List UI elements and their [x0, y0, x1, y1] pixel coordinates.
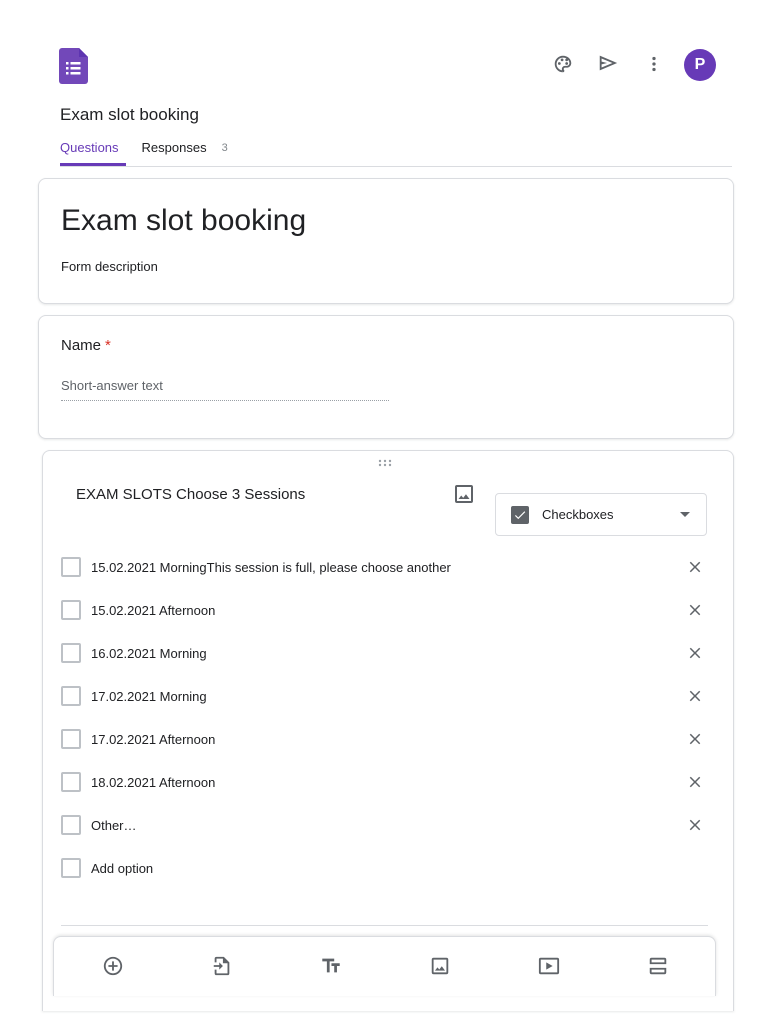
option-label[interactable]: 16.02.2021 Morning [91, 646, 683, 661]
checkbox-icon [61, 686, 81, 706]
close-icon[interactable] [683, 555, 707, 579]
question-footer-divider [61, 925, 708, 926]
question-title-input[interactable]: EXAM SLOTS Choose 3 Sessions [76, 486, 305, 503]
palette-icon[interactable] [549, 50, 577, 78]
chevron-down-icon [680, 512, 690, 517]
option-label[interactable]: 18.02.2021 Afternoon [91, 775, 683, 790]
close-icon[interactable] [683, 598, 707, 622]
close-icon[interactable] [683, 770, 707, 794]
checkbox-icon [61, 557, 81, 577]
add-image-icon[interactable] [452, 482, 476, 511]
close-icon[interactable] [683, 813, 707, 837]
add-title-icon[interactable] [319, 954, 343, 978]
checkbox-icon [61, 643, 81, 663]
option-label[interactable]: 15.02.2021 MorningThis session is full, … [91, 560, 683, 575]
forms-logo-icon[interactable] [59, 48, 88, 84]
option-row-other[interactable]: Other… [61, 813, 711, 837]
add-option-row[interactable]: Add option [61, 856, 711, 880]
question-card-name[interactable] [38, 315, 734, 439]
checkbox-icon [61, 772, 81, 792]
send-icon[interactable] [594, 49, 622, 77]
checkbox-icon [61, 815, 81, 835]
close-icon[interactable] [683, 727, 707, 751]
option-label-other[interactable]: Other… [91, 818, 683, 833]
option-label[interactable]: 17.02.2021 Morning [91, 689, 683, 704]
add-option-link[interactable]: Add option [91, 861, 711, 876]
header-divider [60, 166, 732, 167]
add-video-icon[interactable] [537, 954, 561, 978]
account-avatar[interactable]: P [684, 49, 716, 81]
short-answer-placeholder: Short-answer text [61, 378, 163, 393]
checkbox-icon [61, 600, 81, 620]
tab-responses[interactable]: Responses [142, 140, 207, 155]
short-answer-underline [61, 400, 389, 401]
checkbox-icon [61, 858, 81, 878]
close-icon[interactable] [683, 641, 707, 665]
import-questions-icon[interactable] [210, 954, 234, 978]
add-image-icon[interactable] [428, 954, 452, 978]
question-toolbar [53, 936, 716, 996]
question-type-dropdown[interactable]: Checkboxes [495, 493, 707, 536]
add-question-icon[interactable] [101, 954, 125, 978]
required-asterisk: * [105, 337, 111, 354]
document-title[interactable]: Exam slot booking [60, 105, 199, 125]
option-row[interactable]: 15.02.2021 MorningThis session is full, … [61, 555, 711, 579]
drag-handle-icon[interactable] [376, 455, 394, 473]
checkbox-type-icon [511, 505, 529, 524]
question-type-label: Checkboxes [542, 507, 614, 522]
question-title[interactable]: Name * [61, 337, 111, 354]
option-row[interactable]: 15.02.2021 Afternoon [61, 598, 711, 622]
checkbox-icon [61, 729, 81, 749]
form-title[interactable]: Exam slot booking [61, 204, 306, 238]
more-vert-icon[interactable] [640, 50, 668, 78]
responses-count-badge: 3 [221, 141, 228, 154]
close-icon[interactable] [683, 684, 707, 708]
option-row[interactable]: 17.02.2021 Afternoon [61, 727, 711, 751]
option-label[interactable]: 17.02.2021 Afternoon [91, 732, 683, 747]
tab-questions[interactable]: Questions [60, 140, 119, 155]
option-row[interactable]: 18.02.2021 Afternoon [61, 770, 711, 794]
option-row[interactable]: 16.02.2021 Morning [61, 641, 711, 665]
form-title-card[interactable] [38, 178, 734, 304]
tab-bar: Questions Responses 3 [60, 140, 228, 155]
add-section-icon[interactable] [646, 954, 670, 978]
option-row[interactable]: 17.02.2021 Morning [61, 684, 711, 708]
question-title-text: Name [61, 337, 102, 354]
option-label[interactable]: 15.02.2021 Afternoon [91, 603, 683, 618]
form-description[interactable]: Form description [61, 259, 158, 274]
